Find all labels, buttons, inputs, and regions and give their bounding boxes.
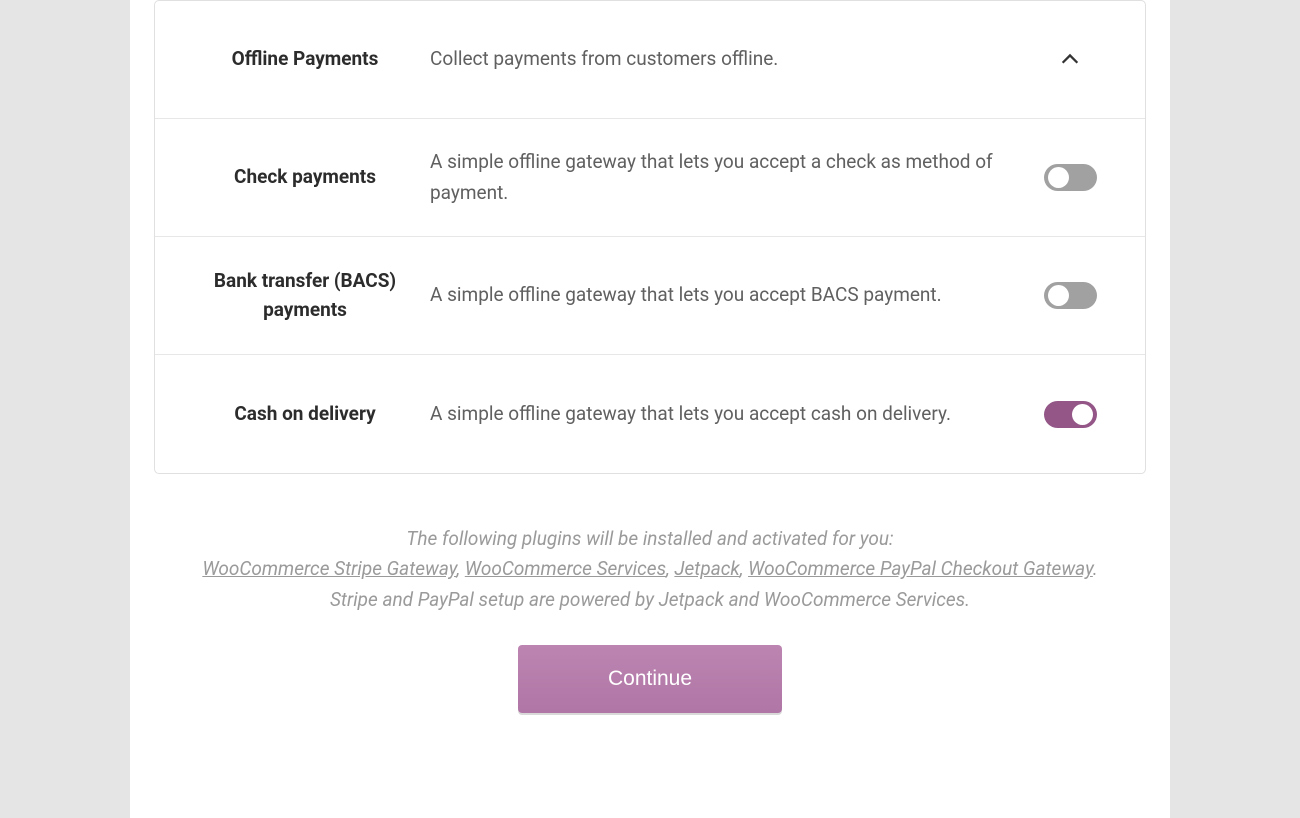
check-payments-toggle[interactable]	[1044, 164, 1097, 191]
stripe-gateway-link[interactable]: WooCommerce Stripe Gateway	[202, 557, 456, 580]
paypal-checkout-link[interactable]: WooCommerce PayPal Checkout Gateway	[748, 557, 1093, 580]
offline-payments-title: Offline Payments	[190, 45, 420, 74]
check-payments-description: A simple offline gateway that lets you a…	[420, 147, 1030, 208]
bacs-payments-description: A simple offline gateway that lets you a…	[420, 280, 1030, 310]
check-payments-row: Check payments A simple offline gateway …	[155, 119, 1145, 237]
chevron-up-icon[interactable]	[1057, 47, 1083, 73]
bacs-payments-title: Bank transfer (BACS) payments	[190, 267, 420, 324]
offline-payments-panel: Offline Payments Collect payments from c…	[154, 0, 1146, 474]
continue-button[interactable]: Continue	[518, 645, 782, 713]
footer-notice: The following plugins will be installed …	[154, 524, 1146, 615]
cod-payments-toggle[interactable]	[1044, 401, 1097, 428]
footer-intro: The following plugins will be installed …	[406, 527, 893, 550]
panel-header-row: Offline Payments Collect payments from c…	[155, 1, 1145, 119]
cod-payments-row: Cash on delivery A simple offline gatewa…	[155, 355, 1145, 473]
cod-payments-description: A simple offline gateway that lets you a…	[420, 399, 1030, 429]
bacs-payments-toggle[interactable]	[1044, 282, 1097, 309]
offline-payments-description: Collect payments from customers offline.	[420, 44, 1030, 74]
check-payments-title: Check payments	[190, 163, 420, 192]
bacs-payments-row: Bank transfer (BACS) payments A simple o…	[155, 237, 1145, 355]
cod-payments-title: Cash on delivery	[190, 400, 420, 429]
woocommerce-services-link[interactable]: WooCommerce Services	[465, 557, 666, 580]
jetpack-link[interactable]: Jetpack	[674, 557, 739, 580]
